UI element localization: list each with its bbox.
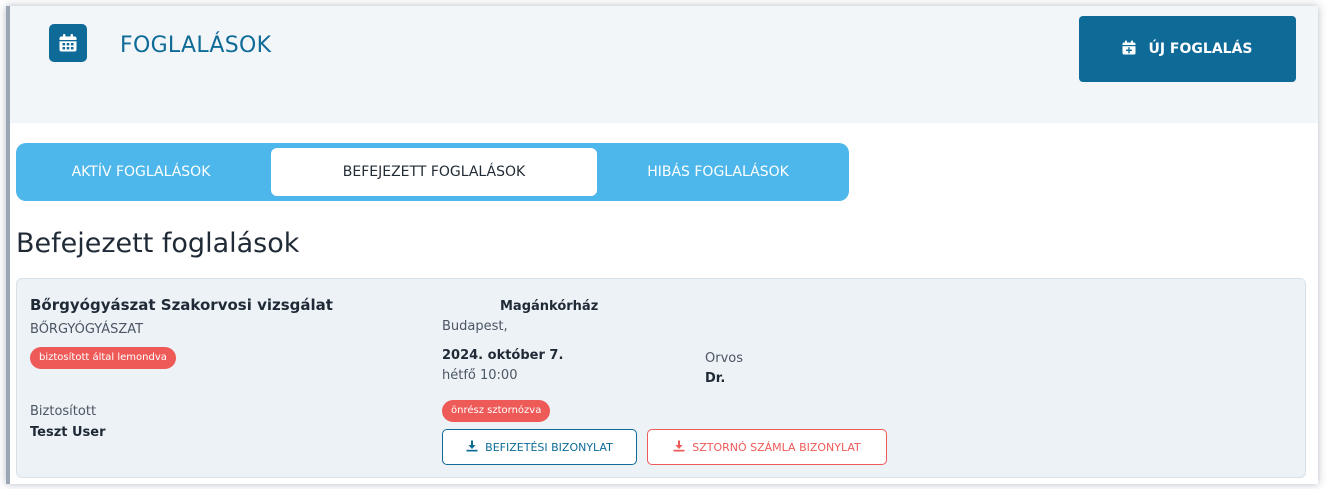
specialty: BŐRGYÓGYÁSZAT <box>30 322 144 337</box>
app-window: FOGLALÁSOK ÚJ FOGLALÁS AKTÍV FOGLALÁSOK … <box>6 6 1318 484</box>
booking-date: 2024. október 7. <box>442 348 564 363</box>
download-icon <box>673 440 685 455</box>
booking-tabs: AKTÍV FOGLALÁSOK BEFEJEZETT FOGLALÁSOK H… <box>16 143 849 201</box>
download-icon <box>466 440 478 455</box>
page-title: FOGLALÁSOK <box>120 33 272 58</box>
calendar-icon <box>49 24 87 62</box>
status-badge: biztosított által lemondva <box>30 347 176 369</box>
section-title: Befejezett foglalások <box>16 228 300 259</box>
insured-name: Teszt User <box>30 425 106 440</box>
booking-day-time: hétfő 10:00 <box>442 368 518 383</box>
storno-receipt-label: SZTORNÓ SZÁMLA BIZONYLAT <box>692 440 861 454</box>
payment-receipt-label: BEFIZETÉSI BIZONYLAT <box>485 440 613 454</box>
tab-active-bookings[interactable]: AKTÍV FOGLALÁSOK <box>16 143 266 201</box>
new-booking-button[interactable]: ÚJ FOGLALÁS <box>1079 16 1296 82</box>
tab-finished-bookings[interactable]: BEFEJEZETT FOGLALÁSOK <box>269 146 599 198</box>
booking-card: Bőrgyógyászat Szakorvosi vizsgálat BŐRGY… <box>16 278 1306 478</box>
doctor-name: Dr. <box>705 371 726 386</box>
payment-receipt-button[interactable]: BEFIZETÉSI BIZONYLAT <box>442 429 637 465</box>
storno-receipt-button[interactable]: SZTORNÓ SZÁMLA BIZONYLAT <box>647 429 887 465</box>
facility-name: Magánkórház <box>500 299 599 314</box>
payment-status-badge: önrész sztornózva <box>442 400 551 422</box>
calendar-plus-icon <box>1122 40 1136 59</box>
doctor-label: Orvos <box>705 351 743 366</box>
service-name: Bőrgyógyászat Szakorvosi vizsgálat <box>30 296 333 314</box>
tab-failed-bookings[interactable]: HIBÁS FOGLALÁSOK <box>602 143 834 201</box>
insured-label: Biztosított <box>30 404 97 419</box>
facility-city: Budapest, <box>442 319 508 334</box>
new-booking-label: ÚJ FOGLALÁS <box>1148 41 1253 57</box>
